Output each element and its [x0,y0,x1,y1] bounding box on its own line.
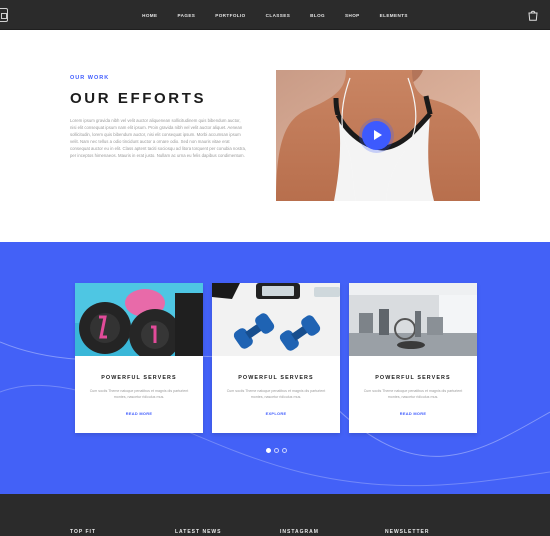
feature-card-title: POWERFUL SERVERS [238,375,314,381]
nav-item-home[interactable]: HOME [132,13,167,18]
nav-item-blog[interactable]: BLOG [300,13,335,18]
nav-item-classes[interactable]: CLASSES [256,13,301,18]
feature-card-3: POWERFUL SERVERS Cum sociis Theme natoqu… [349,283,477,433]
feature-card-text: Cum sociis Theme natoque penatibus et ma… [89,389,189,399]
feature-card-title: POWERFUL SERVERS [101,375,177,381]
dumbbells-image [212,283,340,356]
explore-link[interactable]: EXPLORE [212,411,340,416]
feature-card-text: Cum sociis Theme natoque penatibus et ma… [226,389,326,399]
read-more-link[interactable]: READ MORE [75,411,203,416]
main-nav: HOME PAGES PORTFOLIO CLASSES BLOG SHOP E… [0,0,550,30]
footer-heading-newsletter: NEWSLETTER [385,529,430,535]
kettlebells-image [75,283,203,356]
nav-item-portfolio[interactable]: PORTFOLIO [205,13,255,18]
slider-dot-2[interactable] [274,448,279,453]
slider-dot-1[interactable] [266,448,271,453]
gym-room-image [349,283,477,356]
nav-item-pages[interactable]: PAGES [168,13,206,18]
section-eyebrow: OUR WORK [70,75,110,81]
footer-heading-instagram: INSTAGRAM [280,529,319,535]
play-icon[interactable] [362,121,391,150]
cart-icon[interactable] [528,10,538,21]
feature-card-2: POWERFUL SERVERS Cum sociis Theme natoqu… [212,283,340,433]
section-title: OUR EFFORTS [70,90,207,107]
section-body: Lorem ipsum gravida nibh vel velit aucto… [70,118,247,158]
footer-heading-latest-news: LATEST NEWS [175,529,222,535]
slider-dot-3[interactable] [282,448,287,453]
slider-pagination [266,448,287,453]
feature-card-1: POWERFUL SERVERS Cum sociis Theme natoqu… [75,283,203,433]
feature-card-title: POWERFUL SERVERS [375,375,451,381]
top-navbar: HOME PAGES PORTFOLIO CLASSES BLOG SHOP E… [0,0,550,30]
footer-heading-top-fit: TOP FIT [70,529,96,535]
nav-item-elements[interactable]: ELEMENTS [370,13,418,18]
feature-card-text: Cum sociis Theme natoque penatibus et ma… [363,389,463,399]
nav-item-shop[interactable]: SHOP [335,13,370,18]
read-more-link[interactable]: READ MORE [349,411,477,416]
